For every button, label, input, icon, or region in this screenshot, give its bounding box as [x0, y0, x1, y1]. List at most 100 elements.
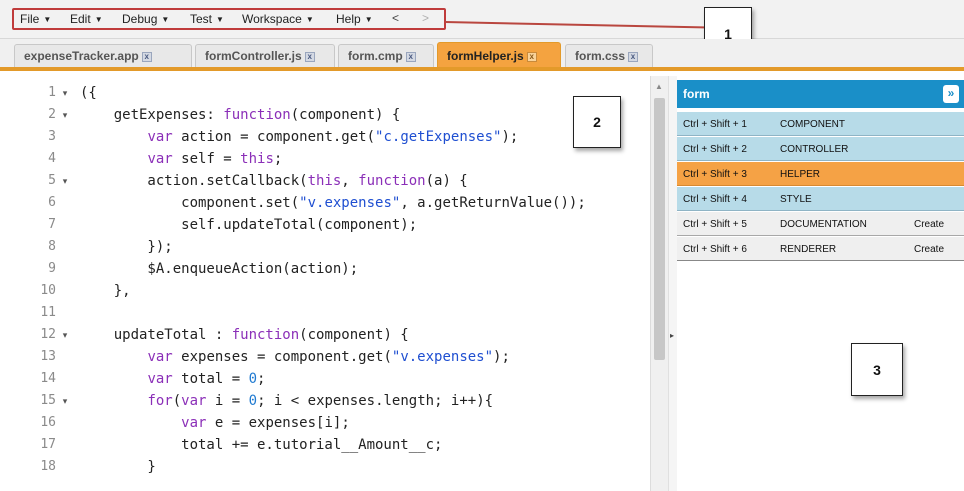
collapse-panel-icon[interactable]: » [943, 85, 959, 103]
row-name: HELPER [780, 169, 821, 180]
callout-2: 2 [573, 96, 621, 148]
row-shortcut: Ctrl + Shift + 6 [683, 244, 747, 255]
tab-form-cmp[interactable]: form.cmp x [338, 44, 434, 67]
line-number: 14 [40, 371, 56, 386]
close-icon[interactable]: x [405, 52, 416, 62]
row-name: COMPONENT [780, 119, 845, 130]
panel-row-controller[interactable]: Ctrl + Shift + 2 CONTROLLER [677, 137, 964, 161]
menu-highlight-box [12, 8, 446, 30]
close-icon[interactable]: x [628, 52, 639, 62]
panel-row-documentation[interactable]: Ctrl + Shift + 5 DOCUMENTATION Create [677, 212, 964, 236]
fold-toggle-icon[interactable] [60, 280, 70, 302]
tab-expensetracker-app[interactable]: expenseTracker.app x [14, 44, 192, 67]
fold-toggle-icon[interactable]: ▾ [60, 324, 70, 346]
close-icon[interactable]: x [141, 52, 152, 62]
fold-toggle-icon[interactable]: ▾ [60, 104, 70, 126]
row-name: DOCUMENTATION [780, 219, 867, 230]
fold-toggle-icon[interactable] [60, 258, 70, 280]
create-link[interactable]: Create [914, 244, 944, 255]
code-line[interactable]: }); [80, 236, 172, 258]
code-line[interactable]: } [80, 456, 155, 478]
code-line[interactable]: for(var i = 0; i < expenses.length; i++)… [80, 390, 493, 412]
line-number: 8 [48, 239, 56, 254]
row-name: STYLE [780, 194, 812, 205]
tab-formcontroller-js[interactable]: formController.js x [195, 44, 335, 67]
line-number: 17 [40, 437, 56, 452]
close-icon[interactable]: x [526, 52, 537, 62]
row-shortcut: Ctrl + Shift + 2 [683, 144, 747, 155]
line-number: 10 [40, 283, 56, 298]
bundle-panel: form » Ctrl + Shift + 1 COMPONENT Ctrl +… [677, 80, 964, 491]
line-number: 12 [40, 327, 56, 342]
line-number: 1 [48, 85, 56, 100]
fold-toggle-icon[interactable]: ▾ [60, 390, 70, 412]
fold-toggle-icon[interactable] [60, 214, 70, 236]
line-number: 11 [40, 305, 56, 320]
code-line[interactable]: var total = 0; [80, 368, 265, 390]
line-number: 2 [48, 107, 56, 122]
panel-row-renderer[interactable]: Ctrl + Shift + 6 RENDERER Create [677, 237, 964, 261]
line-number: 16 [40, 415, 56, 430]
code-area[interactable]: ({ getExpenses: function(component) { va… [80, 76, 650, 491]
code-line[interactable]: action.setCallback(this, function(a) { [80, 170, 467, 192]
code-editor[interactable]: 1 ▾ 2 ▾ 3 4 5 ▾ 6 7 8 9 10 11 12 ▾ 13 14 15 ▾ 16 17 18 ({ getE… [0, 76, 652, 491]
line-number: 3 [48, 129, 56, 144]
code-line[interactable]: updateTotal : function(component) { [80, 324, 409, 346]
fold-toggle-icon[interactable] [60, 434, 70, 456]
panel-header: form » [677, 80, 964, 108]
panel-splitter[interactable]: ▸ [668, 76, 677, 491]
line-number: 7 [48, 217, 56, 232]
scroll-up-icon[interactable]: ▲ [655, 82, 663, 91]
chevron-right-icon[interactable]: ▸ [670, 331, 674, 340]
fold-toggle-icon[interactable] [60, 302, 70, 324]
scroll-thumb[interactable] [654, 98, 665, 360]
close-icon[interactable]: x [304, 52, 315, 62]
row-name: CONTROLLER [780, 144, 849, 155]
code-line[interactable]: var e = expenses[i]; [80, 412, 350, 434]
row-shortcut: Ctrl + Shift + 5 [683, 219, 747, 230]
fold-toggle-icon[interactable]: ▾ [60, 82, 70, 104]
code-line[interactable]: var action = component.get("c.getExpense… [80, 126, 518, 148]
fold-toggle-icon[interactable] [60, 148, 70, 170]
tab-label: formController.js [205, 49, 302, 63]
line-number: 6 [48, 195, 56, 210]
fold-toggle-icon[interactable] [60, 236, 70, 258]
code-line[interactable]: getExpenses: function(component) { [80, 104, 401, 126]
panel-divider [677, 260, 964, 261]
line-number: 13 [40, 349, 56, 364]
code-line[interactable]: self.updateTotal(component); [80, 214, 417, 236]
line-number: 5 [48, 173, 56, 188]
fold-toggle-icon[interactable] [60, 368, 70, 390]
tab-label: form.cmp [348, 49, 403, 63]
panel-row-helper[interactable]: Ctrl + Shift + 3 HELPER [677, 162, 964, 186]
code-line[interactable]: var expenses = component.get("v.expenses… [80, 346, 509, 368]
code-line[interactable]: $A.enqueueAction(action); [80, 258, 358, 280]
row-name: RENDERER [780, 244, 837, 255]
tab-form-css[interactable]: form.css x [565, 44, 653, 67]
code-line[interactable]: component.set("v.expenses", a.getReturnV… [80, 192, 586, 214]
line-number-gutter: 1 ▾ 2 ▾ 3 4 5 ▾ 6 7 8 9 10 11 12 ▾ 13 14 15 ▾ 16 17 18 [0, 76, 76, 491]
tab-bar: expenseTracker.app x formController.js x f… [0, 39, 964, 71]
panel-title: form [683, 87, 710, 101]
fold-toggle-icon[interactable] [60, 412, 70, 434]
callout-3: 3 [851, 343, 903, 396]
fold-toggle-icon[interactable] [60, 456, 70, 478]
panel-row-component[interactable]: Ctrl + Shift + 1 COMPONENT [677, 112, 964, 136]
code-line[interactable]: var self = this; [80, 148, 282, 170]
row-shortcut: Ctrl + Shift + 1 [683, 119, 747, 130]
create-link[interactable]: Create [914, 219, 944, 230]
tab-formhelper-js[interactable]: formHelper.js x [437, 42, 561, 67]
tab-label: formHelper.js [447, 49, 524, 63]
line-number: 18 [40, 459, 56, 474]
editor-scrollbar[interactable]: ▲ [650, 76, 668, 491]
row-shortcut: Ctrl + Shift + 4 [683, 194, 747, 205]
code-line[interactable]: }, [80, 280, 131, 302]
fold-toggle-icon[interactable] [60, 126, 70, 148]
code-line[interactable]: total += e.tutorial__Amount__c; [80, 434, 442, 456]
panel-row-style[interactable]: Ctrl + Shift + 4 STYLE [677, 187, 964, 211]
line-number: 9 [48, 261, 56, 276]
code-line[interactable]: ({ [80, 82, 97, 104]
fold-toggle-icon[interactable] [60, 346, 70, 368]
fold-toggle-icon[interactable] [60, 192, 70, 214]
fold-toggle-icon[interactable]: ▾ [60, 170, 70, 192]
